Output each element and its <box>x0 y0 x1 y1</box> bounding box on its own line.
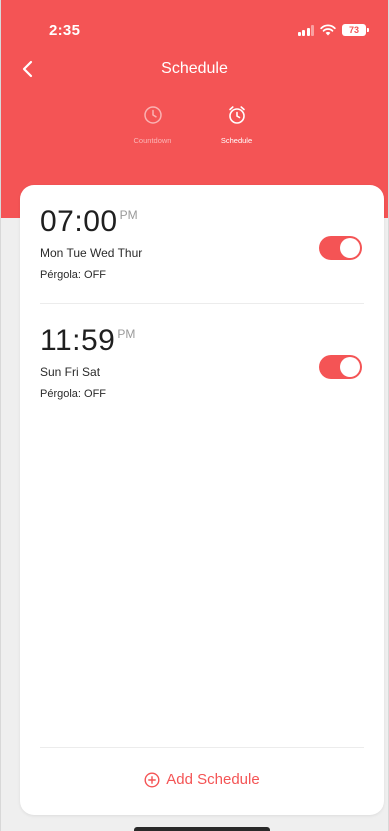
tab-schedule-label: Schedule <box>220 136 253 145</box>
add-schedule-label: Add Schedule <box>166 771 260 788</box>
schedule-time: 11:59 <box>40 324 116 357</box>
schedule-status: Pérgola: OFF <box>40 269 107 281</box>
schedule-toggle[interactable] <box>319 236 362 260</box>
schedule-time-row: 07:00 PM <box>40 205 364 239</box>
status-bar: 2:35 73 <box>1 0 388 50</box>
status-icons: 73 <box>297 24 369 36</box>
divider <box>40 303 364 304</box>
tab-countdown[interactable]: Countdown <box>125 104 181 145</box>
signal-icon <box>297 24 314 36</box>
page-title: Schedule <box>161 60 228 77</box>
schedule-toggle[interactable] <box>319 355 362 379</box>
divider <box>40 747 364 748</box>
schedule-days: Sun Fri Sat <box>40 365 101 379</box>
schedule-item[interactable]: 11:59 PM Sun Fri Sat Pérgola: OFF <box>40 324 364 424</box>
schedule-days: Mon Tue Wed Thur <box>40 246 143 260</box>
schedule-status: Pérgola: OFF <box>40 388 107 400</box>
schedule-item[interactable]: 07:00 PM Mon Tue Wed Thur Pérgola: OFF <box>40 205 364 305</box>
wifi-icon <box>320 24 336 36</box>
mode-tabs: Countdown Schedule <box>1 104 388 145</box>
home-indicator <box>134 827 270 831</box>
status-time: 2:35 <box>49 22 81 39</box>
schedule-time: 07:00 <box>40 205 118 238</box>
plus-circle-icon <box>144 771 160 788</box>
battery-icon: 73 <box>342 24 369 36</box>
schedule-time-row: 11:59 PM <box>40 324 364 358</box>
tab-schedule[interactable]: Schedule <box>209 104 265 145</box>
alarm-clock-icon <box>228 106 245 124</box>
toggle-knob <box>340 238 360 258</box>
schedule-list-card: 07:00 PM Mon Tue Wed Thur Pérgola: OFF 1… <box>20 185 384 815</box>
schedule-ampm: PM <box>119 208 138 222</box>
tab-countdown-label: Countdown <box>133 136 172 145</box>
schedule-ampm: PM <box>117 327 136 341</box>
toggle-knob <box>340 357 360 377</box>
schedule-screen: 2:35 73 Schedule Countdown Schedule 07:0… <box>0 0 389 831</box>
clock-icon <box>143 106 162 124</box>
add-schedule-button[interactable]: Add Schedule <box>20 771 384 788</box>
